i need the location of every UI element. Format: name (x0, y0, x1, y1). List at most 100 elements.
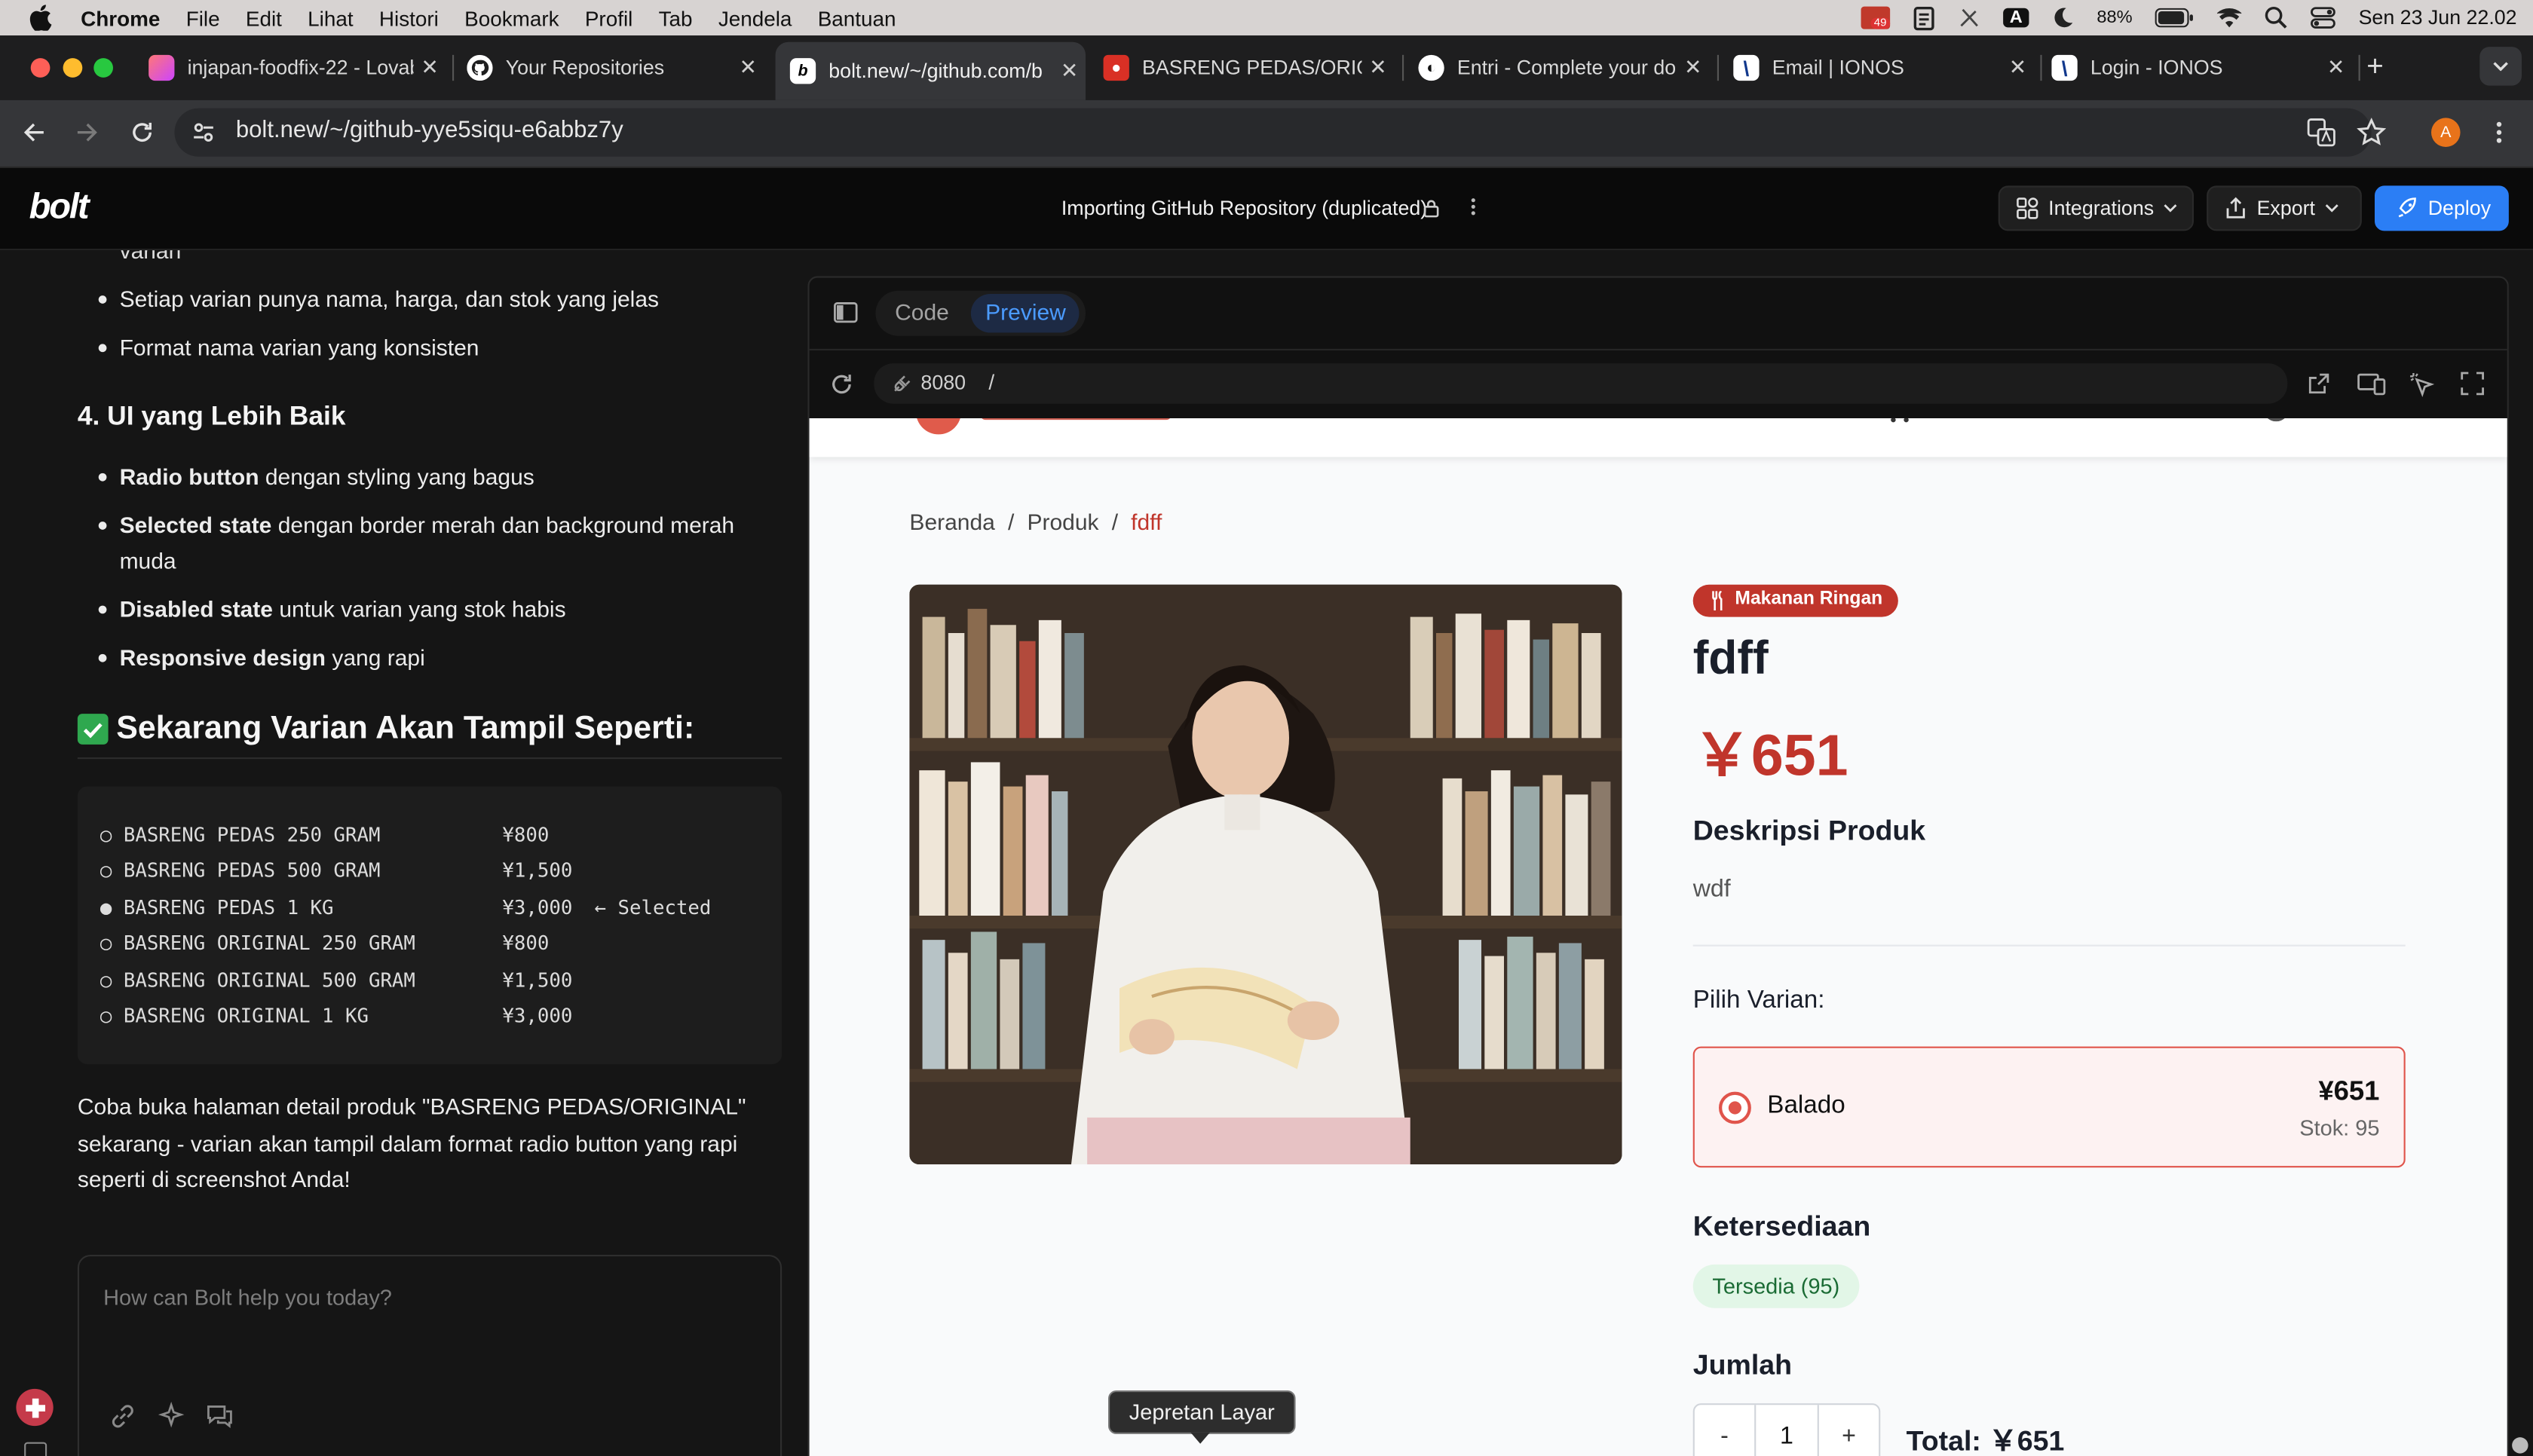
url-text[interactable]: bolt.new/~/github-yye5siqu-e6abbz7y (236, 118, 623, 143)
tab-close-icon[interactable]: ✕ (414, 55, 446, 81)
quantity-increase-button[interactable]: + (1817, 1405, 1879, 1456)
browser-tab-entri[interactable]: ◐ Entri - Complete your domain ✕ (1418, 45, 1709, 90)
moon-icon[interactable] (2051, 7, 2074, 29)
window-close-button[interactable] (30, 58, 51, 78)
preview-reload-icon[interactable] (829, 372, 854, 397)
spotlight-search-icon[interactable] (2265, 6, 2287, 29)
input-source-icon[interactable]: A (2003, 8, 2029, 28)
browser-tab-lovable[interactable]: injapan-foodfix-22 - Lovable ✕ (149, 45, 446, 90)
tab-code[interactable]: Code (895, 298, 949, 324)
radio-selected-icon[interactable] (1719, 1091, 1751, 1124)
preview-url-bar[interactable] (874, 363, 2288, 404)
browser-tab-bolt-active[interactable]: b bolt.new/~/github.com/b ✕ (775, 41, 1086, 100)
menu-history[interactable]: Histori (366, 6, 452, 30)
browser-tab-basreng[interactable]: ● BASRENG PEDAS/ORIGINAL ✕ (1103, 45, 1395, 90)
menu-file[interactable]: File (173, 6, 233, 30)
status-app-icon[interactable]: 49 (1861, 6, 1891, 29)
breadcrumb-home[interactable]: Beranda (909, 509, 994, 534)
deploy-label: Deploy (2427, 197, 2492, 220)
fork-knife-icon (1711, 591, 1725, 610)
back-arrow-icon[interactable] (21, 120, 47, 145)
attach-link-icon[interactable] (109, 1402, 138, 1431)
enhance-sparkle-icon[interactable] (157, 1402, 186, 1431)
control-center-icon[interactable] (2310, 7, 2335, 29)
tab-preview-label[interactable]: Preview (985, 298, 1066, 324)
project-menu-icon[interactable] (1470, 197, 1477, 216)
preview-path[interactable]: / (988, 370, 994, 394)
clipboard-icon[interactable] (1913, 5, 1935, 31)
browser-tab-ionos-login[interactable]: \ Login - IONOS ✕ (2051, 45, 2352, 90)
apple-icon[interactable] (0, 5, 68, 31)
menu-view[interactable]: Lihat (295, 6, 366, 30)
preview-toolbar-divider (809, 348, 2507, 350)
new-tab-plus-icon[interactable]: + (2366, 50, 2384, 84)
user-avatar[interactable] (16, 1388, 54, 1427)
device-view-icon[interactable] (2357, 372, 2386, 396)
inspect-cursor-icon[interactable] (2409, 372, 2435, 397)
window-minimize-button[interactable] (63, 58, 83, 78)
bullet-text: Setiap varian punya nama, harga, dan sto… (119, 286, 660, 312)
tab-close-icon[interactable]: ✕ (2002, 55, 2034, 81)
export-button[interactable]: Export (2207, 185, 2362, 231)
tab-close-icon[interactable]: ✕ (2320, 55, 2352, 81)
rocket-icon (2396, 197, 2418, 219)
site-logo-icon[interactable] (916, 418, 961, 435)
product-price: ￥651 (1692, 721, 1848, 788)
wifi-icon[interactable] (2216, 8, 2242, 28)
chat-cut-text: varian (119, 250, 182, 264)
share-icon (2225, 197, 2247, 219)
deploy-button[interactable]: Deploy (2375, 185, 2509, 231)
translate-icon[interactable] (2307, 118, 2336, 147)
quantity-decrease-button[interactable]: - (1695, 1405, 1757, 1456)
code-line: ○ BASRENG PEDAS 250 GRAM (100, 823, 381, 846)
browser-tab-ionos-email[interactable]: \ Email | IONOS ✕ (1733, 45, 2034, 90)
forward-arrow-icon[interactable] (75, 120, 100, 145)
reload-icon[interactable] (129, 120, 155, 145)
chat-prompt-placeholder[interactable]: How can Bolt help you today? (103, 1286, 392, 1310)
screenshot-tooltip: Jepretan Layar (1108, 1390, 1296, 1434)
window-zoom-button[interactable] (93, 58, 113, 78)
integrations-button[interactable]: Integrations (1998, 185, 2194, 231)
tab-search-chevron-icon[interactable] (2479, 47, 2522, 86)
fullscreen-icon[interactable] (2461, 372, 2485, 396)
pen-off-icon[interactable] (1958, 7, 1980, 29)
tab-close-icon[interactable]: ✕ (1053, 58, 1086, 84)
variant-option-selected[interactable]: Balado ¥651 Stok: 95 (1692, 1046, 2406, 1168)
breadcrumb-separator: / (1111, 509, 1119, 535)
variant-price: ¥651 (2318, 1075, 2380, 1106)
menu-window[interactable]: Jendela (706, 6, 805, 30)
quantity-value[interactable]: 1 (1756, 1405, 1817, 1456)
breadcrumb-current: fdff (1131, 509, 1162, 535)
project-title[interactable]: Importing GitHub Repository (duplicated) (1061, 197, 1427, 219)
tab-close-icon[interactable]: ✕ (1361, 55, 1394, 81)
user-icon[interactable] (2263, 418, 2290, 422)
sidebar-toggle-icon[interactable] (24, 1442, 47, 1456)
menu-help[interactable]: Bantuan (805, 6, 909, 30)
breadcrumb-products[interactable]: Produk (1027, 509, 1098, 534)
bolt-logo[interactable]: bolt (29, 185, 90, 228)
menu-app-name[interactable]: Chrome (68, 6, 173, 30)
menu-edit[interactable]: Edit (233, 6, 295, 30)
bookmark-star-icon[interactable] (2357, 118, 2386, 147)
panel-toggle-icon[interactable] (834, 302, 858, 323)
tab-close-icon[interactable]: ✕ (1677, 55, 1709, 81)
site-settings-icon[interactable] (191, 120, 216, 145)
page-scrollbar[interactable] (2508, 250, 2533, 1456)
tab-title: bolt.new/~/github.com/b (829, 60, 1043, 83)
discuss-chat-icon[interactable] (205, 1402, 234, 1431)
menubar-clock[interactable]: Sen 23 Jun 22.02 (2359, 7, 2517, 29)
battery-percent: 88% (2097, 8, 2133, 28)
menu-tab[interactable]: Tab (645, 6, 705, 30)
browser-menu-icon[interactable] (2492, 120, 2505, 145)
preview-port[interactable]: 8080 (920, 372, 966, 394)
menu-bookmark[interactable]: Bookmark (452, 6, 572, 30)
menu-profile[interactable]: Profil (572, 6, 646, 30)
open-external-icon[interactable] (2307, 372, 2331, 396)
chat-heading-preview: Sekarang Varian Akan Tampil Seperti: (116, 710, 695, 746)
profile-avatar[interactable]: A (2431, 118, 2461, 147)
battery-icon[interactable] (2155, 8, 2194, 28)
cart-icon[interactable] (1888, 418, 1911, 425)
tab-close-icon[interactable]: ✕ (732, 55, 764, 81)
chat-bullet: Format nama varian yang konsisten (98, 329, 479, 365)
browser-tab-github[interactable]: Your Repositories ✕ (467, 45, 764, 90)
